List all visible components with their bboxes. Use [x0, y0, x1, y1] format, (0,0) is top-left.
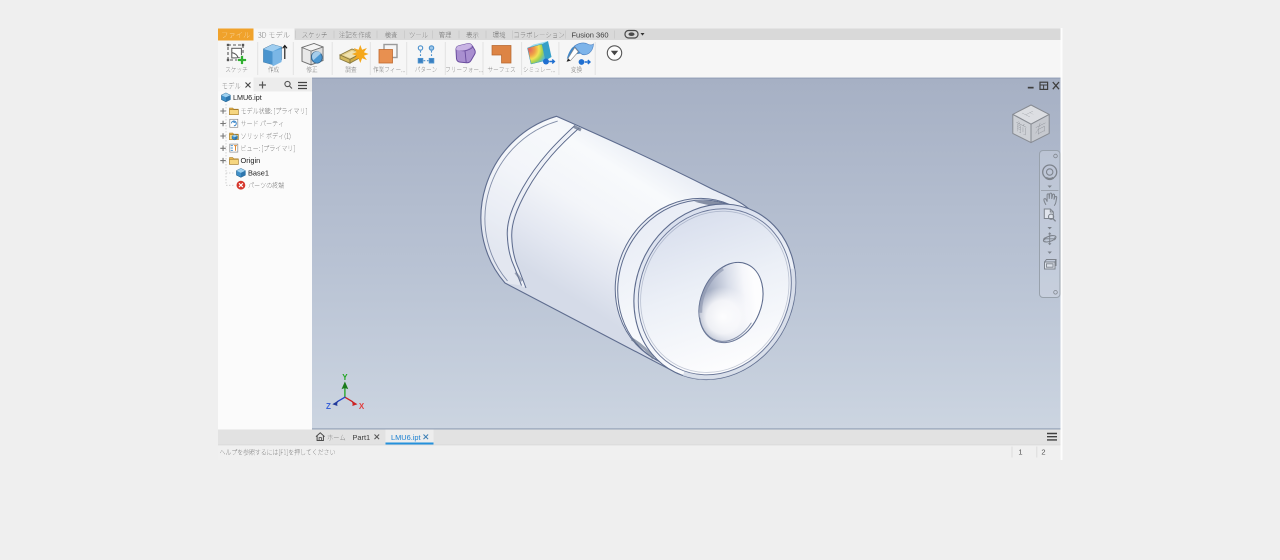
- svg-text:LMU6.ipt: LMU6.ipt: [233, 93, 262, 102]
- svg-text:X: X: [359, 402, 365, 411]
- svg-text:Base1: Base1: [248, 169, 269, 178]
- svg-text:Origin: Origin: [241, 156, 261, 165]
- svg-text:Part1: Part1: [353, 433, 371, 442]
- svg-text:Y: Y: [342, 373, 348, 382]
- svg-text:1: 1: [1018, 448, 1022, 457]
- svg-text:Fusion 360: Fusion 360: [571, 30, 608, 39]
- svg-text:LMU6.ipt: LMU6.ipt: [391, 433, 421, 442]
- svg-text:Z: Z: [326, 402, 331, 411]
- svg-text:2: 2: [1041, 448, 1045, 457]
